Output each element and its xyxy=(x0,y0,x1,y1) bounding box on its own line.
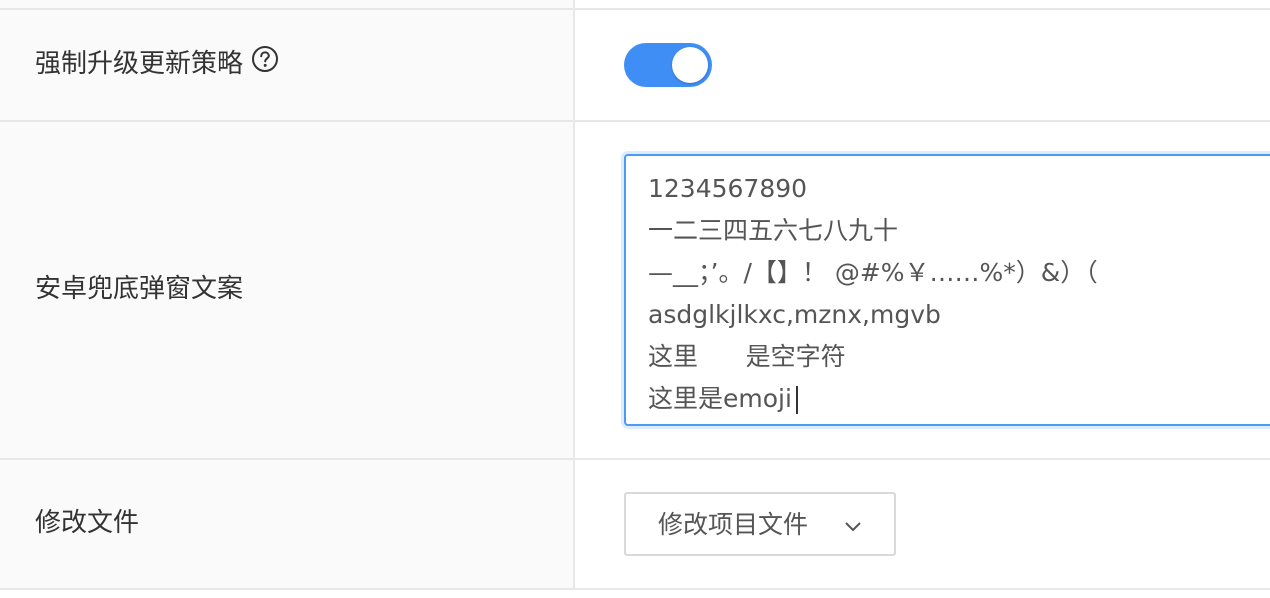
textarea-line: asdglkjlkxc,mznx,mgvb xyxy=(648,300,941,329)
textarea-line-last: 这里是emoji xyxy=(648,378,1260,420)
chevron-down-icon xyxy=(844,518,862,537)
question-circle-icon[interactable] xyxy=(251,45,279,80)
textarea-line: 一二三四五六七八九十 xyxy=(648,216,899,245)
modify-project-file-dropdown[interactable]: 修改项目文件 xyxy=(624,492,896,556)
modify-project-file-label: 修改项目文件 xyxy=(658,510,809,539)
form-row-android-fallback: 安卓兜底弹窗文案 1234567890 一二三四五六七八九十 —__；’。/【】… xyxy=(0,122,1270,460)
label-cell: 强制升级更新策略 xyxy=(0,10,575,120)
form-row-previous xyxy=(0,0,1270,10)
form-row-force-update: 强制升级更新策略 xyxy=(0,10,1270,122)
settings-form: 强制升级更新策略 安卓兜底弹窗文案 1234567890 一二三四五六七八九十 … xyxy=(0,0,1270,598)
label-cell xyxy=(0,0,575,8)
textarea-line: 这里 是空字符 xyxy=(648,342,846,371)
android-fallback-label: 安卓兜底弹窗文案 xyxy=(35,274,244,304)
force-update-label: 强制升级更新策略 xyxy=(35,49,244,79)
label-cell: 修改文件 xyxy=(0,460,575,588)
textarea-last-text: 这里是emoji xyxy=(648,384,792,413)
form-row-modify-file: 修改文件 修改项目文件 xyxy=(0,460,1270,590)
textarea-line: 1234567890 xyxy=(648,174,808,203)
textarea-line: —__；’。/【】！ @#%￥……%*）&）（ xyxy=(648,258,1098,287)
switch-knob xyxy=(672,47,708,83)
modify-file-label: 修改文件 xyxy=(35,508,140,538)
label-cell: 安卓兜底弹窗文案 xyxy=(0,122,575,458)
force-update-switch[interactable] xyxy=(624,43,712,87)
text-caret xyxy=(795,386,798,414)
force-update-label-wrap: 强制升级更新策略 xyxy=(35,46,279,80)
fallback-text-textarea[interactable]: 1234567890 一二三四五六七八九十 —__；’。/【】！ @#%￥……%… xyxy=(624,154,1270,426)
